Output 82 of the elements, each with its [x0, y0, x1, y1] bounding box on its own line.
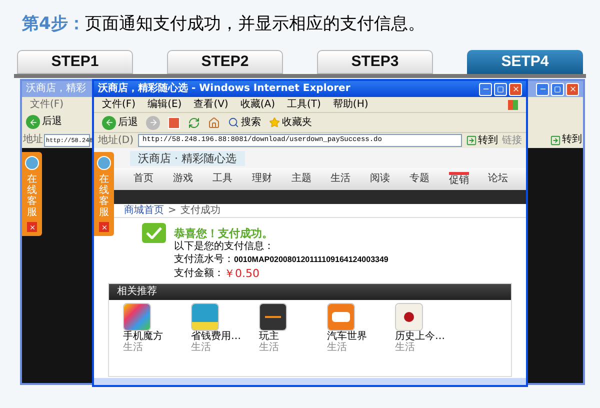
back-button[interactable]: 后退 [26, 115, 62, 129]
close-icon [568, 85, 576, 93]
app-category: 生活 [327, 343, 348, 353]
nav-item[interactable]: 首页 [134, 174, 154, 184]
success-title: 恭喜您！支付成功。 [174, 228, 274, 239]
app-name[interactable]: 历史上今… [395, 332, 451, 342]
serial-label: 支付流水号： [174, 255, 234, 265]
nav-item[interactable]: 游戏 [173, 174, 194, 184]
agent-avatar-icon [97, 156, 111, 170]
app-category: 生活 [123, 343, 144, 353]
nav-item[interactable]: 专题 [409, 174, 430, 184]
breadcrumb-separator: > [168, 206, 176, 216]
app-category: 生活 [259, 343, 280, 353]
payment-info-intro: 以下是您的支付信息： [174, 242, 275, 252]
close-icon [100, 224, 108, 230]
amount-value: ￥0.50 [224, 268, 260, 279]
nav-item[interactable]: 阅读 [370, 174, 390, 184]
maximize-button[interactable] [494, 82, 507, 96]
app-category: 生活 [191, 343, 212, 353]
agent-avatar-icon [25, 156, 39, 170]
app-name[interactable]: 省钱费用… [191, 332, 247, 342]
windows-logo-icon [508, 100, 518, 110]
app-icon[interactable] [259, 303, 287, 331]
menu-item[interactable]: 工具(T) [287, 100, 321, 110]
close-icon [28, 224, 36, 230]
menu-item[interactable]: 帮助(H) [332, 100, 368, 110]
maximize-icon [497, 86, 504, 92]
close-button[interactable] [27, 222, 37, 232]
site-name: 沃商店 · 精彩随心选 [130, 150, 244, 166]
close-icon [512, 85, 520, 93]
menu-item[interactable]: 查看(V) [194, 100, 228, 110]
favorites-button[interactable]: 收藏夹 [269, 117, 312, 128]
app-category: 生活 [395, 343, 416, 353]
menu-item[interactable]: 收藏(A) [240, 100, 275, 110]
back-button[interactable]: 后退 [102, 116, 138, 130]
close-button[interactable] [509, 82, 522, 96]
nav-item[interactable]: 理财 [252, 174, 272, 184]
menu-item[interactable]: 文件(F) [30, 100, 64, 110]
check-mark-icon [142, 223, 166, 243]
recommend-title: 相关推荐 [117, 287, 157, 297]
app-name[interactable]: 手机魔方 [123, 332, 179, 342]
app-name[interactable]: 玩主 [259, 332, 315, 342]
address-label: 地址(D) [98, 136, 134, 146]
window-title: 沃商店，精彩随心选 - Windows Internet Explorer [98, 84, 350, 94]
maximize-icon [554, 86, 561, 92]
close-button[interactable] [566, 82, 579, 96]
home-icon[interactable] [208, 116, 220, 128]
step-heading: 第4步：页面通知支付成功，并显示相应的支付信息。 [22, 13, 425, 36]
horizontal-scrollbar[interactable] [94, 378, 526, 385]
refresh-icon[interactable] [188, 116, 200, 128]
go-button[interactable]: 转到 [466, 135, 498, 146]
amount-label: 支付金额： [174, 268, 224, 278]
minimize-button[interactable] [479, 82, 492, 96]
service-tab-label: 在线客服 [27, 174, 37, 218]
service-tab-label: 在线客服 [99, 174, 109, 218]
forward-arrow-icon [148, 118, 158, 127]
stop-icon[interactable] [168, 116, 180, 128]
star-icon [269, 117, 280, 128]
breadcrumb-current: 支付成功 [180, 206, 220, 216]
close-button[interactable] [99, 222, 109, 232]
menu-item[interactable]: 文件(F) [102, 100, 136, 110]
search-button[interactable]: 搜索 [228, 117, 261, 128]
window-title: 沃商店，精彩 [26, 84, 86, 94]
go-button[interactable]: 转到 [550, 134, 582, 146]
nav-item[interactable]: 主题 [291, 174, 312, 184]
maximize-button[interactable] [551, 82, 564, 96]
nav-item[interactable]: 促销 [448, 172, 469, 186]
nav-item[interactable]: 生活 [330, 174, 351, 184]
app-icon[interactable] [395, 303, 423, 331]
nav-item[interactable]: 工具 [212, 174, 232, 184]
address-label: 地址 [23, 135, 43, 145]
step-tab[interactable]: STEP1 [17, 50, 133, 74]
minimize-button[interactable] [536, 82, 549, 96]
menu-item[interactable]: 编辑(E) [148, 100, 182, 110]
serial-number: 0010MAP020080120111109164124003349 [234, 256, 388, 264]
app-name[interactable]: 汽车世界 [327, 332, 383, 342]
step-tab[interactable]: SETP4 [467, 50, 583, 74]
breadcrumb-link[interactable]: 商城首页 [124, 206, 164, 216]
step-tab[interactable]: STEP2 [167, 50, 283, 74]
nav-item[interactable]: 论坛 [488, 174, 508, 184]
step-tab[interactable]: STEP3 [317, 50, 433, 74]
search-icon [228, 117, 239, 128]
